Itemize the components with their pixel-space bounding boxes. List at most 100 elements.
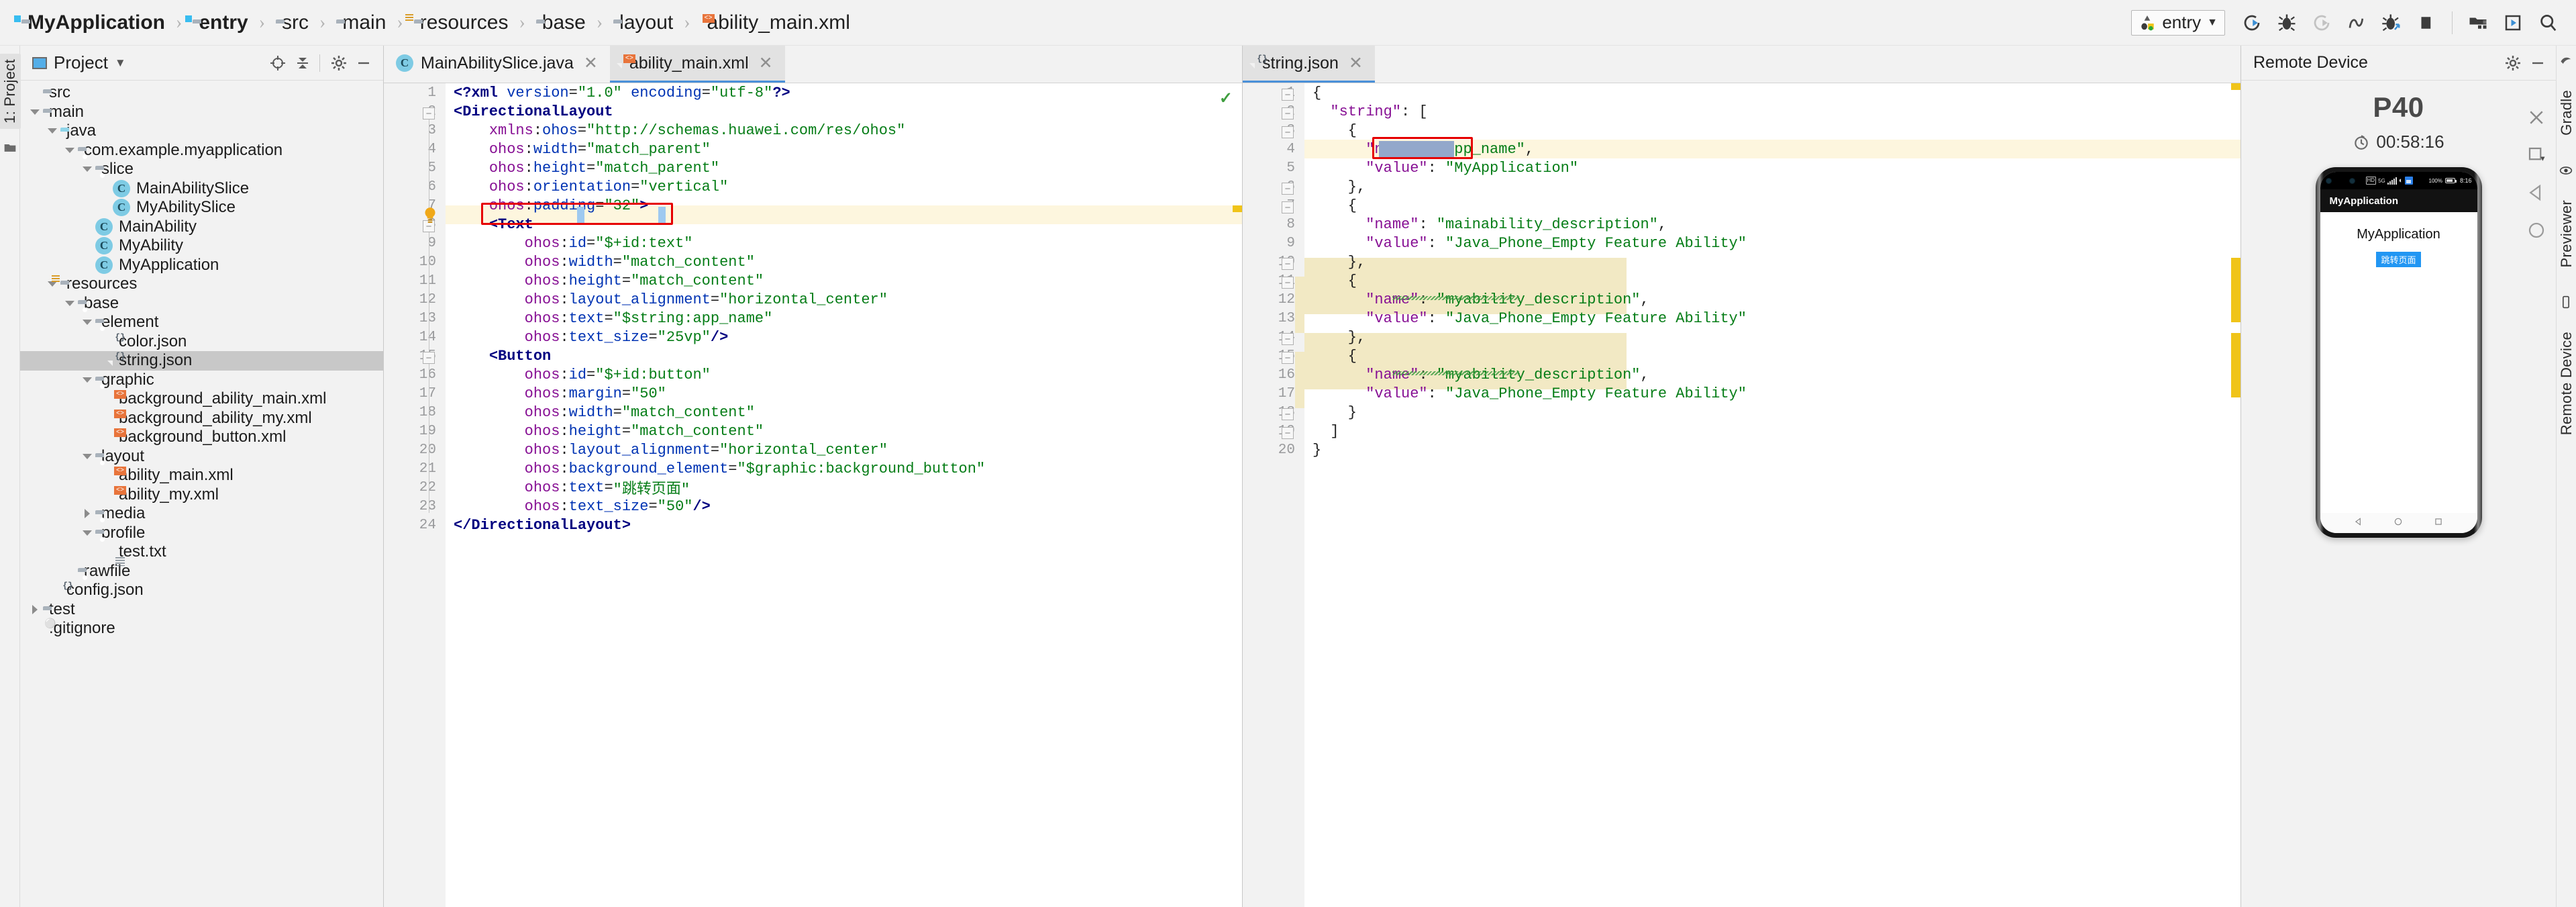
tree-toggle-icon[interactable] — [79, 166, 95, 173]
code-line[interactable]: "string": [ — [1304, 102, 2240, 121]
tool-window-tab-previewer[interactable]: Previewer — [2556, 195, 2576, 273]
fold-marker[interactable]: − — [1282, 258, 1294, 270]
tree-node[interactable]: {} config.json — [20, 581, 383, 600]
tree-node[interactable]: C MainAbilitySlice — [20, 179, 383, 199]
resize-icon[interactable] — [2526, 145, 2546, 165]
tree-node[interactable]: <> background_button.xml — [20, 428, 383, 447]
code-line[interactable]: }, — [1304, 177, 2240, 196]
run-button[interactable] — [2236, 7, 2268, 39]
tree-node[interactable]: media — [20, 504, 383, 524]
search-everywhere-button[interactable] — [2532, 7, 2564, 39]
device-manager-button[interactable] — [2497, 7, 2529, 39]
close-icon[interactable]: ✕ — [1349, 53, 1363, 73]
collapse-all-icon[interactable] — [291, 52, 314, 75]
fold-marker[interactable]: − — [1282, 352, 1294, 364]
hide-panel-icon[interactable] — [2526, 52, 2549, 75]
code-line[interactable]: ohos: height = "match_parent" — [446, 158, 1242, 177]
tree-node[interactable]: slice — [20, 160, 383, 179]
tool-window-tab-gradle[interactable]: Gradle — [2556, 85, 2576, 141]
code-line[interactable]: ohos: id = "$+id:text" — [446, 234, 1242, 252]
device-mirror[interactable]: HD 5G ◐ 100% 8:16 MyApplication MyApplic… — [2315, 167, 2482, 538]
inspection-ok-icon[interactable]: ✓ — [1219, 89, 1233, 108]
fold-marker[interactable]: − — [1282, 427, 1294, 439]
fold-marker[interactable]: − — [1282, 333, 1294, 345]
code-line[interactable]: ohos: text_size = "50"/> — [446, 497, 1242, 516]
tree-toggle-icon[interactable] — [79, 509, 95, 519]
fold-marker[interactable]: − — [423, 352, 435, 364]
fold-marker[interactable]: − — [1282, 408, 1294, 420]
fold-marker[interactable]: − — [1282, 201, 1294, 213]
fold-marker[interactable]: − — [1282, 107, 1294, 120]
code-line[interactable]: } — [1304, 403, 2240, 422]
code-line[interactable]: "value": "MyApplication" — [1304, 158, 2240, 177]
gradle-icon[interactable] — [2559, 54, 2574, 68]
tree-toggle-icon[interactable] — [79, 530, 95, 536]
code-line[interactable]: xmlns: ohos = "http://schemas.huawei.com/re… — [446, 121, 1242, 140]
tool-window-tab-remote-device[interactable]: Remote Device — [2556, 326, 2576, 440]
eye-icon[interactable] — [2559, 164, 2574, 179]
code-line[interactable]: ohos: height = "match_content" — [446, 422, 1242, 440]
home-icon[interactable] — [2526, 220, 2546, 240]
breadcrumb-item[interactable]: <> ability_main.xml — [697, 9, 854, 37]
tree-toggle-icon[interactable] — [44, 128, 60, 134]
breadcrumb-item[interactable]: src — [272, 9, 313, 37]
tree-node[interactable]: profile — [20, 524, 383, 543]
tree-toggle-icon[interactable] — [62, 300, 78, 306]
code-line[interactable]: { — [1304, 271, 2240, 290]
settings-icon[interactable] — [327, 52, 350, 75]
close-icon[interactable]: ✕ — [759, 53, 773, 73]
fold-marker[interactable]: − — [423, 107, 435, 120]
recents-nav-icon[interactable] — [2434, 517, 2443, 530]
editor-tab[interactable]: C MainAbilitySlice.java ✕ — [384, 46, 610, 83]
code-line[interactable]: ohos: layout_alignment = "horizontal_center… — [446, 290, 1242, 309]
code-editor-left[interactable]: <?xml version = "1.0" encoding = "utf-8" ?> <D… — [446, 83, 1242, 907]
tree-node[interactable]: C MyAbilitySlice — [20, 198, 383, 218]
tree-toggle-icon[interactable] — [27, 604, 43, 614]
code-line[interactable]: { — [1304, 121, 2240, 140]
breadcrumb-item[interactable]: base — [532, 9, 590, 37]
breadcrumb-item[interactable]: layout — [609, 9, 677, 37]
project-structure-button[interactable] — [2462, 7, 2494, 39]
phone-jump-button[interactable]: 跳转页面 — [2376, 252, 2421, 267]
tree-toggle-icon[interactable] — [79, 377, 95, 383]
tree-node[interactable]: test — [20, 600, 383, 620]
tree-toggle-icon[interactable] — [27, 109, 43, 115]
profiler-button[interactable] — [2340, 7, 2373, 39]
code-line[interactable]: ohos: text = "跳转页面" — [446, 478, 1242, 499]
tree-node[interactable]: ⚪ .gitignore — [20, 619, 383, 638]
fold-marker[interactable]: − — [1282, 89, 1294, 101]
code-line[interactable]: "name": "mainability_description", — [1304, 215, 2240, 234]
tree-node[interactable]: src — [20, 83, 383, 103]
tree-node[interactable]: rawfile — [20, 562, 383, 581]
tree-node[interactable]: graphic — [20, 371, 383, 390]
tree-node[interactable]: com.example.myapplication — [20, 141, 383, 160]
code-line[interactable]: ohos: height = "match_content" — [446, 271, 1242, 290]
close-icon[interactable]: ✕ — [584, 53, 598, 73]
code-line[interactable]: }, — [1304, 328, 2240, 346]
home-nav-icon[interactable] — [2393, 517, 2403, 530]
tree-node[interactable]: <> ability_my.xml — [20, 485, 383, 505]
code-line[interactable]: ohos: text = "$string:app_name" — [446, 309, 1242, 328]
code-line[interactable]: ohos: layout_alignment = "horizontal_center… — [446, 440, 1242, 459]
breadcrumb-item[interactable]: MyApplication — [17, 9, 169, 37]
intention-bulb-icon[interactable] — [421, 206, 439, 224]
fold-marker[interactable]: − — [1282, 277, 1294, 289]
code-line[interactable]: <DirectionalLayout — [446, 102, 1242, 121]
breadcrumb-item[interactable]: resources — [410, 9, 513, 37]
fold-marker[interactable]: − — [1282, 126, 1294, 138]
code-line[interactable]: "value": "Java_Phone_Empty Feature Abili… — [1304, 309, 2240, 328]
tree-node[interactable]: layout — [20, 447, 383, 467]
hide-panel-icon[interactable] — [352, 52, 375, 75]
tree-node[interactable]: C MainAbility — [20, 218, 383, 237]
code-line[interactable]: ohos: padding = "32" > — [446, 196, 1242, 215]
close-icon[interactable] — [2526, 107, 2546, 128]
tree-node[interactable]: C MyApplication — [20, 256, 383, 275]
run-configuration-selector[interactable]: entry ▼ — [2131, 9, 2225, 36]
code-line[interactable]: ohos: width = "match_content" — [446, 403, 1242, 422]
editor-tab[interactable]: {} string.json ✕ — [1243, 46, 1375, 83]
tree-node[interactable]: resources — [20, 275, 383, 294]
code-line[interactable]: <Text — [446, 215, 1242, 234]
code-line[interactable]: }, — [1304, 252, 2240, 271]
code-line[interactable]: ohos: width = "match_parent" — [446, 140, 1242, 158]
code-line[interactable]: </DirectionalLayout > — [446, 516, 1242, 534]
